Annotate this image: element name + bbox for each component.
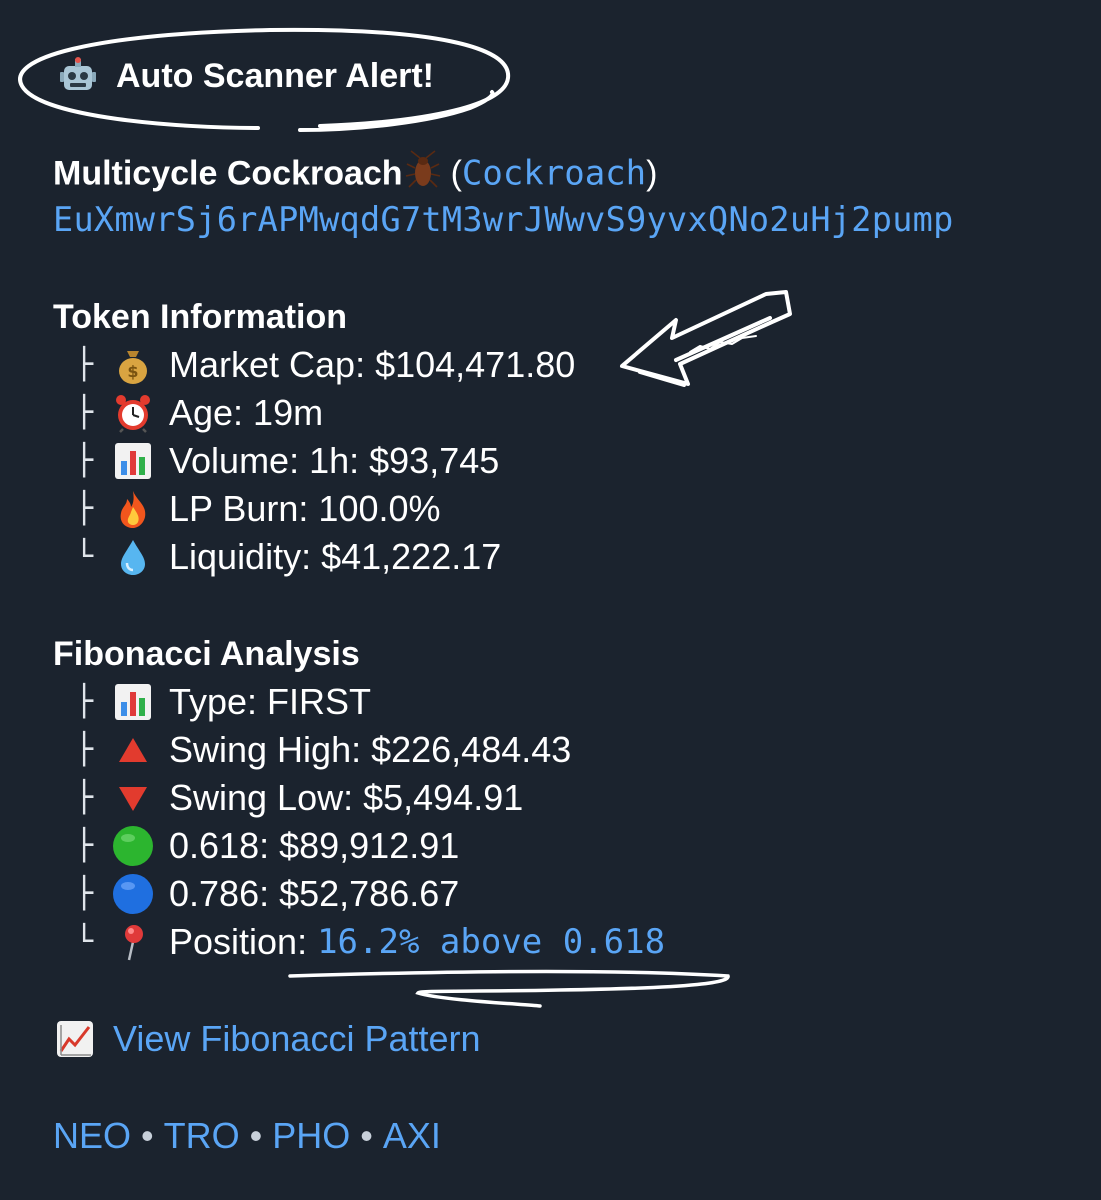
tree-branch: ├ — [75, 347, 94, 382]
tree-branch: ├ — [75, 684, 94, 719]
robot-icon — [56, 54, 100, 98]
alert-title: Auto Scanner Alert! — [116, 57, 435, 95]
red-triangle-up-icon — [111, 728, 155, 772]
money-bag-icon: $ — [111, 343, 155, 387]
tree-item: └ Liquidity: $41,222.17 — [75, 535, 501, 579]
tree-item-text: Age: 19m — [169, 392, 324, 433]
tree-item-text: Type: FIRST — [169, 681, 372, 722]
position-value-link[interactable]: 16.2% above 0.618 — [317, 920, 665, 964]
tree-item-text: 0.618: $89,912.91 — [169, 825, 460, 866]
tree-item: ├ Swing High: $226,484.43 — [75, 728, 571, 772]
tree-item: ├ Type: FIRST — [75, 680, 371, 724]
tree-item: ├ Swing Low: $5,494.91 — [75, 776, 523, 820]
token-address-link[interactable]: EuXmwrSj6rAPMwqdG7tM3wrJWwvS9yvxQNo2uHj2… — [53, 198, 954, 242]
round-pushpin-icon — [111, 920, 155, 964]
platform-link-neo[interactable]: NEO — [53, 1115, 131, 1156]
tree-item: ├ 0.786: $52,786.67 — [75, 872, 459, 916]
bar-chart-icon — [111, 439, 155, 483]
tree-branch: ├ — [75, 780, 94, 815]
ticker-link[interactable]: Cockroach — [462, 153, 646, 193]
tree-item-text: LP Burn: 100.0% — [169, 488, 441, 529]
tree-item: ├ $ Market Cap: $104,471.80 — [75, 343, 575, 387]
tree-branch: ├ — [75, 876, 94, 911]
tree-item: ├ 0.618: $89,912.91 — [75, 824, 459, 868]
separator: • — [360, 1115, 373, 1156]
tree-branch: ├ — [75, 491, 94, 526]
alarm-clock-icon — [111, 391, 155, 435]
alert-title-row: Auto Scanner Alert! — [56, 54, 434, 98]
svg-text:$: $ — [127, 362, 138, 381]
view-pattern-row[interactable]: View Fibonacci Pattern — [53, 1017, 481, 1061]
tree-item-text: 0.786: $52,786.67 — [169, 873, 460, 914]
separator: • — [249, 1115, 263, 1156]
tree-item-text: Market Cap: $104,471.80 — [169, 344, 576, 385]
platform-links-row: NEO • TRO • PHO • AXI — [53, 1114, 441, 1158]
bar-chart-icon — [111, 680, 155, 724]
underline-annotation — [288, 969, 730, 1008]
green-circle-icon — [111, 824, 155, 868]
arrow-annotation — [620, 290, 792, 387]
tree-item: ├ LP Burn: 100.0% — [75, 487, 441, 531]
chart-increasing-icon — [53, 1017, 97, 1061]
separator: • — [141, 1115, 154, 1156]
platform-link-axi[interactable]: AXI — [383, 1115, 441, 1156]
position-label: Position: — [169, 921, 318, 962]
token-info-heading: Token Information — [53, 298, 348, 336]
paren-close: ) — [646, 154, 658, 193]
tree-item-text: Swing Low: $5,494.91 — [169, 777, 524, 818]
tree-item-text: Liquidity: $41,222.17 — [169, 536, 502, 577]
tree-branch: └ — [75, 924, 94, 959]
tree-branch: └ — [75, 539, 94, 574]
paren-open: ( — [450, 154, 462, 193]
tree-item-text: Volume: 1h: $93,745 — [169, 440, 500, 481]
tree-branch: ├ — [75, 443, 94, 478]
fire-icon — [111, 487, 155, 531]
blue-circle-icon — [111, 872, 155, 916]
red-triangle-down-icon — [111, 776, 155, 820]
tree-branch: ├ — [75, 828, 94, 863]
droplet-icon — [111, 535, 155, 579]
tree-branch: ├ — [75, 395, 94, 430]
tree-item: ├ Volume: 1h: $93,745 — [75, 439, 499, 483]
fib-position-row: └ Position: 16.2% above 0.618 — [75, 920, 665, 964]
token-name-row: Multicycle Cockroach (Cockroach) — [53, 150, 657, 201]
token-name: Multicycle Cockroach — [53, 154, 403, 193]
platform-link-tro[interactable]: TRO — [164, 1115, 240, 1156]
tree-branch: ├ — [75, 732, 94, 767]
platform-link-pho[interactable]: PHO — [272, 1115, 350, 1156]
cockroach-icon — [405, 150, 441, 201]
fib-heading: Fibonacci Analysis — [53, 635, 360, 673]
tree-item-text: Swing High: $226,484.43 — [169, 729, 572, 770]
view-pattern-link[interactable]: View Fibonacci Pattern — [113, 1017, 481, 1061]
tree-item: ├ Age: 19m — [75, 391, 323, 435]
